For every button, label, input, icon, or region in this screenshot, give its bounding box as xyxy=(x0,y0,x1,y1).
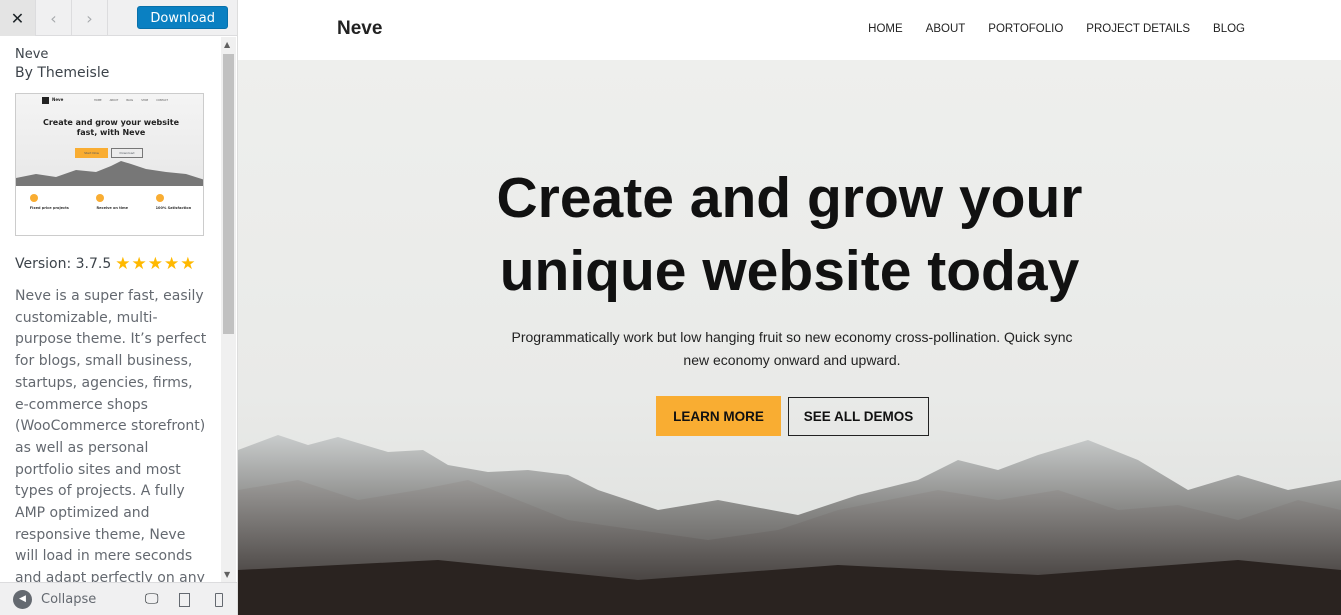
site-nav: HOME ABOUT PORTOFOLIO PROJECT DETAILS BL… xyxy=(868,23,1245,35)
scrollbar-thumb[interactable] xyxy=(223,54,234,334)
nav-project-details[interactable]: PROJECT DETAILS xyxy=(1086,23,1190,35)
learn-more-button[interactable]: LEARN MORE xyxy=(656,396,781,436)
mobile-preview-icon[interactable] xyxy=(215,593,223,607)
theme-preview: Neve HOME ABOUT PORTOFOLIO PROJECT DETAI… xyxy=(238,0,1341,615)
scroll-down-icon[interactable]: ▼ xyxy=(224,570,230,579)
version-row: Version: 3.7.5 ★★★★★ xyxy=(15,254,207,274)
previous-theme-button[interactable]: ‹ xyxy=(36,0,72,36)
hero-headline: Create and grow your unique website toda… xyxy=(496,166,1083,303)
site-header: Neve HOME ABOUT PORTOFOLIO PROJECT DETAI… xyxy=(238,0,1341,60)
chevron-left-icon: ‹ xyxy=(50,8,57,28)
download-button[interactable]: Download xyxy=(137,6,228,29)
desktop-preview-icon[interactable]: 🖵 xyxy=(145,591,159,607)
nav-about[interactable]: ABOUT xyxy=(926,23,966,35)
collapse-arrow-icon: ◀ xyxy=(13,589,32,609)
see-all-demos-button[interactable]: SEE ALL DEMOS xyxy=(788,397,929,436)
close-icon: ✕ xyxy=(10,8,25,28)
theme-screenshot: Neve HOME ABOUT BLOG SHOP CONTACT Create and… xyxy=(15,93,204,236)
sidebar-scrollbar[interactable]: ▲ ▼ xyxy=(221,37,236,582)
chevron-right-icon: › xyxy=(86,8,93,28)
nav-portfolio[interactable]: PORTOFOLIO xyxy=(988,23,1063,35)
theme-details-sidebar: ✕ ‹ › Download Neve By Themeisle Neve HO… xyxy=(0,0,238,615)
theme-version: Version: 3.7.5 xyxy=(15,256,112,272)
sidebar-footer: ◀ Collapse 🖵 xyxy=(0,582,237,615)
theme-info-scroll: Neve By Themeisle Neve HOME ABOUT BLOG SHOP… xyxy=(0,37,237,582)
tablet-preview-icon[interactable] xyxy=(179,593,190,607)
collapse-button[interactable]: ◀ Collapse xyxy=(13,589,97,609)
next-theme-button[interactable]: › xyxy=(72,0,108,36)
hero-subtitle: Programmatically work but low hanging fr… xyxy=(511,329,1073,368)
nav-home[interactable]: HOME xyxy=(868,23,903,35)
thumb-features: Fixed price projects Receive on time 100… xyxy=(16,194,203,210)
theme-author: By Themeisle xyxy=(15,65,110,81)
sidebar-toolbar: ✕ ‹ › Download xyxy=(0,0,237,36)
collapse-label: Collapse xyxy=(41,591,97,607)
star-rating-icon: ★★★★★ xyxy=(115,254,197,274)
theme-name: Neve xyxy=(15,47,49,62)
close-button[interactable]: ✕ xyxy=(0,0,36,36)
site-logo[interactable]: Neve xyxy=(337,18,382,40)
nav-blog[interactable]: BLOG xyxy=(1213,23,1245,35)
theme-description: Neve is a super fast, easily customizabl… xyxy=(15,288,207,582)
scroll-up-icon[interactable]: ▲ xyxy=(224,40,230,49)
hero-section: Create and grow your unique website toda… xyxy=(238,60,1341,615)
